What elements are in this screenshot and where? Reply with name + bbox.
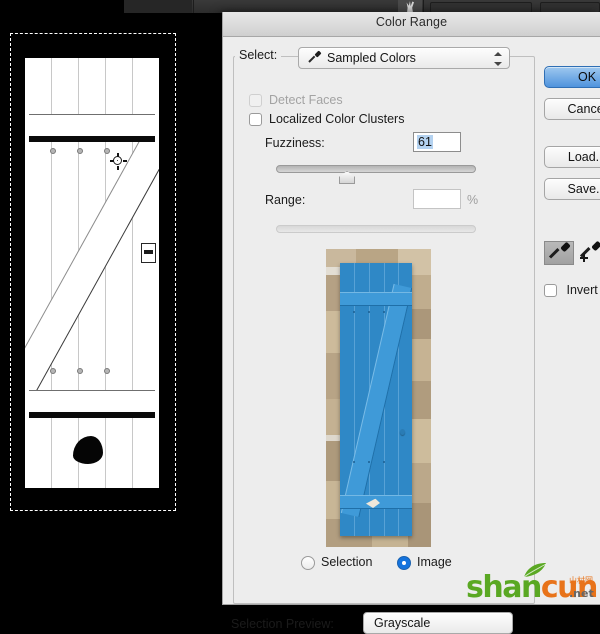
color-range-preview-image[interactable] bbox=[326, 249, 431, 547]
eyedropper-icon[interactable] bbox=[544, 241, 574, 265]
invert-label: Invert bbox=[566, 283, 597, 297]
selection-preview-label: Selection Preview: bbox=[231, 617, 334, 631]
fuzziness-label: Fuzziness: bbox=[265, 136, 325, 150]
localized-color-clusters-checkbox[interactable] bbox=[249, 113, 262, 126]
options-bar-segment bbox=[124, 0, 192, 13]
range-slider[interactable] bbox=[276, 225, 476, 233]
dialog-title-bar[interactable]: Color Range bbox=[223, 12, 600, 37]
preview-shutter bbox=[340, 263, 412, 536]
chevron-updown-icon bbox=[494, 52, 502, 66]
select-value: Sampled Colors bbox=[327, 51, 416, 65]
localized-color-clusters-label: Localized Color Clusters bbox=[269, 112, 404, 126]
document-canvas[interactable] bbox=[0, 13, 222, 591]
select-popup[interactable]: Sampled Colors bbox=[298, 47, 510, 69]
selection-radio-label: Selection bbox=[321, 555, 372, 569]
selection-marquee bbox=[10, 33, 176, 511]
eyedropper-target-cursor bbox=[110, 153, 127, 170]
range-unit: % bbox=[467, 193, 478, 207]
detect-faces-label: Detect Faces bbox=[269, 93, 343, 107]
selection-preview-popup[interactable]: Grayscale bbox=[363, 612, 513, 634]
eyedropper-tool-group bbox=[544, 241, 600, 267]
detect-faces-checkbox[interactable] bbox=[249, 94, 262, 107]
invert-checkbox-row[interactable]: Invert bbox=[544, 283, 598, 297]
options-bar-left-pad bbox=[0, 0, 124, 13]
eyedropper-icon bbox=[308, 52, 322, 66]
select-label: Select: bbox=[235, 48, 281, 62]
range-input[interactable] bbox=[413, 189, 461, 209]
options-bar-separator bbox=[193, 0, 194, 13]
ok-button[interactable]: OK bbox=[544, 66, 600, 88]
save-button[interactable]: Save... bbox=[544, 178, 600, 200]
invert-checkbox[interactable] bbox=[544, 284, 557, 297]
image-radio-label: Image bbox=[417, 555, 452, 569]
color-range-dialog: Color Range Select: Sampled Colors Detec bbox=[222, 12, 600, 605]
cancel-button[interactable]: Cancel bbox=[544, 98, 600, 120]
dialog-body: Select: Sampled Colors Detect Faces bbox=[223, 36, 600, 604]
dialog-title: Color Range bbox=[223, 15, 600, 29]
fuzziness-input[interactable]: 61 bbox=[413, 132, 461, 152]
fuzziness-slider-thumb[interactable] bbox=[339, 171, 355, 184]
photoshop-app-root: Color Range Select: Sampled Colors Detec bbox=[0, 0, 600, 605]
fuzziness-slider[interactable] bbox=[276, 165, 476, 173]
preview-shutter-knob bbox=[400, 429, 405, 435]
load-button[interactable]: Load... bbox=[544, 146, 600, 168]
eyedropper-add-icon[interactable] bbox=[576, 241, 600, 265]
selection-radio[interactable] bbox=[301, 556, 315, 570]
selection-preview-value: Grayscale bbox=[374, 616, 430, 630]
range-label: Range: bbox=[265, 193, 305, 207]
fuzziness-value: 61 bbox=[417, 135, 433, 149]
image-radio[interactable] bbox=[397, 556, 411, 570]
